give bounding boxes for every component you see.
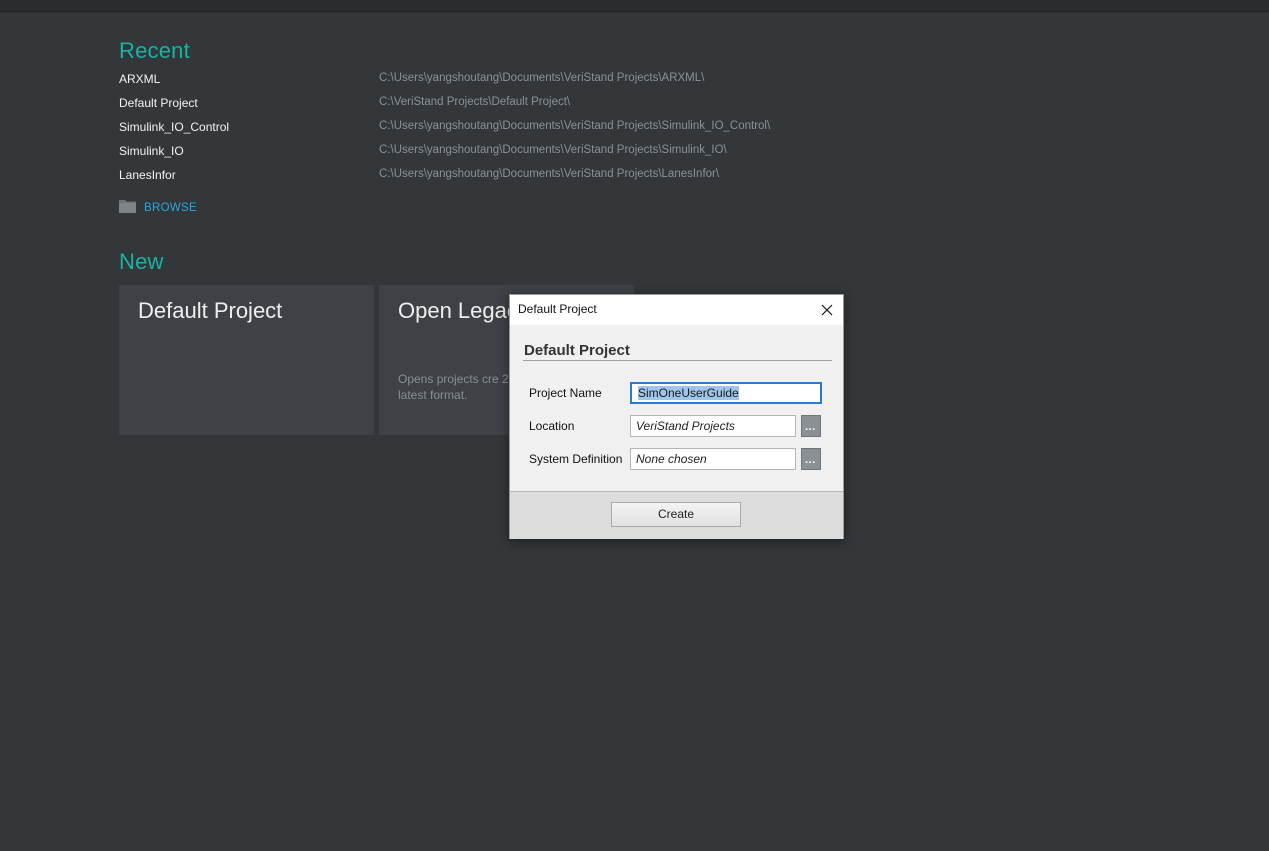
recent-item-path: C:\Users\yangshoutang\Documents\VeriStan… bbox=[379, 168, 720, 180]
location-label: Location bbox=[529, 419, 575, 433]
header-divider bbox=[523, 360, 832, 361]
create-button[interactable]: Create bbox=[611, 502, 741, 527]
browse-label[interactable]: BROWSE bbox=[144, 202, 197, 214]
tile-title: Default Project bbox=[138, 298, 283, 323]
dialog-window-title: Default Project bbox=[518, 302, 597, 316]
project-name-input[interactable]: SimOneUserGuide bbox=[630, 382, 822, 404]
new-section-title: New bbox=[119, 249, 164, 274]
recent-item-name[interactable]: Default Project bbox=[119, 96, 198, 110]
recent-item-name[interactable]: Simulink_IO bbox=[119, 144, 184, 158]
recent-item[interactable]: Simulink_IO C:\Users\yangshoutang\Docume… bbox=[119, 144, 819, 164]
recent-item-name[interactable]: Simulink_IO_Control bbox=[119, 120, 229, 134]
close-icon[interactable] bbox=[817, 300, 837, 320]
recent-item-path: C:\Users\yangshoutang\Documents\VeriStan… bbox=[379, 144, 727, 156]
recent-item[interactable]: Default Project C:\VeriStand Projects\De… bbox=[119, 96, 819, 116]
tile-title: Open Legac bbox=[398, 298, 518, 323]
recent-item-name[interactable]: LanesInfor bbox=[119, 168, 176, 182]
recent-item-path: C:\Users\yangshoutang\Documents\VeriStan… bbox=[379, 72, 705, 84]
dialog-header: Default Project bbox=[524, 342, 630, 359]
location-browse-button[interactable]: ... bbox=[801, 415, 821, 437]
default-project-dialog: Default Project Default Project Project … bbox=[509, 294, 844, 539]
project-name-value: SimOneUserGuide bbox=[638, 386, 739, 400]
top-strip bbox=[0, 0, 1269, 12]
system-definition-input[interactable]: None chosen bbox=[630, 448, 796, 470]
recent-section-title: Recent bbox=[119, 38, 190, 63]
folder-icon bbox=[119, 200, 136, 213]
recent-item[interactable]: Simulink_IO_Control C:\Users\yangshoutan… bbox=[119, 120, 819, 140]
system-definition-browse-button[interactable]: ... bbox=[801, 448, 821, 470]
recent-item[interactable]: ARXML C:\Users\yangshoutang\Documents\Ve… bbox=[119, 72, 819, 92]
new-default-project-tile[interactable]: Default Project bbox=[119, 285, 374, 435]
dialog-footer: Create bbox=[510, 491, 843, 539]
recent-item[interactable]: LanesInfor C:\Users\yangshoutang\Documen… bbox=[119, 168, 819, 188]
close-button[interactable] bbox=[817, 300, 837, 320]
system-definition-label: System Definition bbox=[529, 452, 623, 466]
recent-item-path: C:\Users\yangshoutang\Documents\VeriStan… bbox=[379, 120, 771, 132]
dialog-titlebar[interactable]: Default Project bbox=[510, 295, 843, 325]
recent-item-name[interactable]: ARXML bbox=[119, 72, 160, 86]
ellipsis-icon: ... bbox=[805, 454, 816, 466]
project-name-label: Project Name bbox=[529, 386, 602, 400]
ellipsis-icon: ... bbox=[805, 421, 816, 433]
location-input[interactable]: VeriStand Projects bbox=[630, 415, 796, 437]
recent-item-path: C:\VeriStand Projects\Default Project\ bbox=[379, 96, 571, 108]
